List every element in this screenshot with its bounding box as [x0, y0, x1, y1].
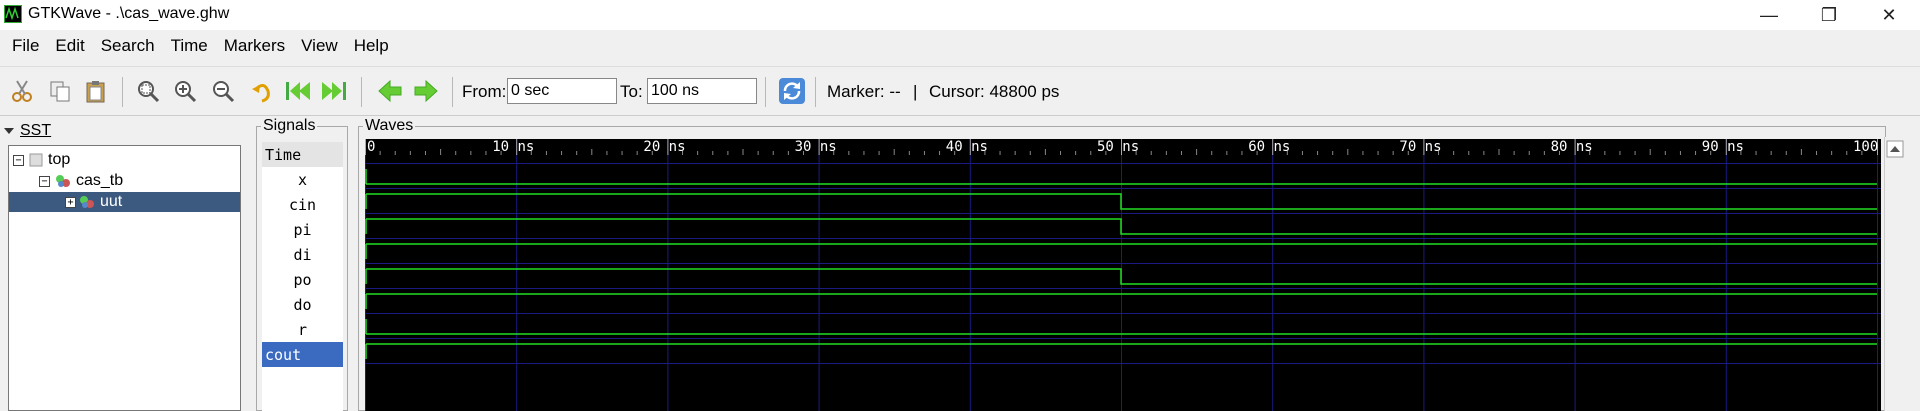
toolbar-separator: [815, 77, 816, 107]
sst-header[interactable]: SST: [4, 122, 54, 140]
cut-icon[interactable]: [8, 77, 36, 105]
cursor-readout: Cursor: 48800 ps: [929, 82, 1060, 101]
menu-file[interactable]: File: [0, 30, 47, 62]
scroll-up-icon[interactable]: [1885, 139, 1905, 159]
instance-icon: [80, 196, 94, 208]
tree-item-label: cas_tb: [76, 172, 124, 189]
from-label: From:: [462, 82, 507, 101]
waves-canvas[interactable]: 0 10 ns 20 ns 30 ns 40 ns 50 ns 60 ns 70 ns 80 n…: [365, 139, 1881, 411]
sst-title: SST: [18, 122, 54, 140]
waveform-po: [366, 268, 1877, 285]
close-icon: ✕: [1881, 4, 1897, 25]
title-bar: GTKWave - .\cas_wave.ghw — ❐ ✕: [0, 0, 1920, 30]
waveform-pi: [366, 218, 1877, 235]
tick-label: 70 ns: [1399, 139, 1441, 155]
toolbar-separator: [765, 77, 766, 107]
tick-label: 40 ns: [946, 139, 988, 155]
paste-icon[interactable]: [82, 77, 110, 105]
tick-label: 80 ns: [1551, 139, 1593, 155]
window-title: GTKWave - .\cas_wave.ghw: [28, 5, 230, 22]
signals-header: Time: [262, 142, 343, 167]
menu-view[interactable]: View: [293, 30, 346, 62]
tick-label: 10 ns: [492, 139, 534, 155]
signal-name-do[interactable]: do: [262, 292, 343, 317]
readout-divider: |: [913, 82, 918, 101]
instance-icon: [56, 175, 70, 187]
tick-label: 20 ns: [643, 139, 685, 155]
toolbar-separator: [452, 77, 453, 107]
marker-readout: Marker: --: [827, 82, 901, 101]
expander-collapse-icon[interactable]: −: [13, 154, 24, 166]
gtkwave-app-icon: [4, 5, 22, 23]
close-button[interactable]: ✕: [1860, 0, 1918, 30]
expander-collapse-icon[interactable]: −: [39, 175, 50, 187]
minimize-icon: —: [1760, 4, 1778, 25]
expander-expand-icon[interactable]: +: [65, 196, 76, 208]
menu-help[interactable]: Help: [346, 30, 397, 62]
tree-item-label: uut: [100, 193, 123, 210]
undo-icon[interactable]: [248, 77, 276, 105]
back-icon[interactable]: [376, 77, 404, 105]
tree-item-cas-tb[interactable]: − cas_tb: [39, 171, 123, 191]
menu-search[interactable]: Search: [93, 30, 163, 62]
maximize-button[interactable]: ❐: [1800, 0, 1858, 30]
module-icon: [29, 153, 43, 167]
from-input[interactable]: [507, 78, 617, 104]
signal-name-pi[interactable]: pi: [262, 217, 343, 242]
zoom-start-icon[interactable]: [284, 77, 312, 105]
tree-item-label: top: [48, 151, 71, 168]
waves-title: Waves: [363, 117, 416, 135]
signals-title: Signals: [261, 117, 318, 135]
menu-edit[interactable]: Edit: [47, 30, 92, 62]
tick-label: 0: [367, 139, 375, 155]
signals-list: Time x cin pi di po do r cout: [262, 142, 343, 411]
menu-markers[interactable]: Markers: [216, 30, 293, 62]
zoom-out-icon[interactable]: [209, 77, 237, 105]
tree-item-top[interactable]: − top: [13, 150, 70, 170]
waveform-cin: [366, 193, 1877, 210]
menu-bar: File Edit Search Time Markers View Help: [0, 30, 1920, 62]
forward-icon[interactable]: [412, 77, 440, 105]
signal-name-cout[interactable]: cout: [262, 342, 343, 367]
toolbar: From: To: Marker: -- | Cursor: 48800 ps: [0, 66, 1920, 116]
zoom-fit-icon[interactable]: [134, 77, 162, 105]
zoom-in-icon[interactable]: [171, 77, 199, 105]
to-label: To:: [620, 82, 643, 101]
vertical-scrollbar[interactable]: [1884, 137, 1905, 411]
minimize-button[interactable]: —: [1740, 0, 1798, 30]
tree-item-uut[interactable]: + uut: [9, 192, 240, 212]
to-input[interactable]: [647, 78, 757, 104]
collapse-triangle-icon: [4, 128, 14, 134]
tick-label: 90 ns: [1702, 139, 1744, 155]
tick-label: 60 ns: [1248, 139, 1290, 155]
tick-label: 100 n: [1853, 139, 1881, 155]
toolbar-separator: [122, 77, 123, 107]
signal-name-r[interactable]: r: [262, 317, 343, 342]
signal-name-po[interactable]: po: [262, 267, 343, 292]
signal-name-x[interactable]: x: [262, 167, 343, 192]
reload-icon[interactable]: [778, 77, 806, 105]
sst-tree: − top − cas_tb + uut: [8, 145, 241, 411]
maximize-icon: ❐: [1820, 4, 1838, 25]
zoom-end-icon[interactable]: [320, 77, 348, 105]
tick-label: 30 ns: [795, 139, 837, 155]
toolbar-separator: [361, 77, 362, 107]
signal-name-cin[interactable]: cin: [262, 192, 343, 217]
copy-icon[interactable]: [46, 77, 74, 105]
signal-name-di[interactable]: di: [262, 242, 343, 267]
menu-time[interactable]: Time: [163, 30, 216, 62]
tick-label: 50 ns: [1097, 139, 1139, 155]
